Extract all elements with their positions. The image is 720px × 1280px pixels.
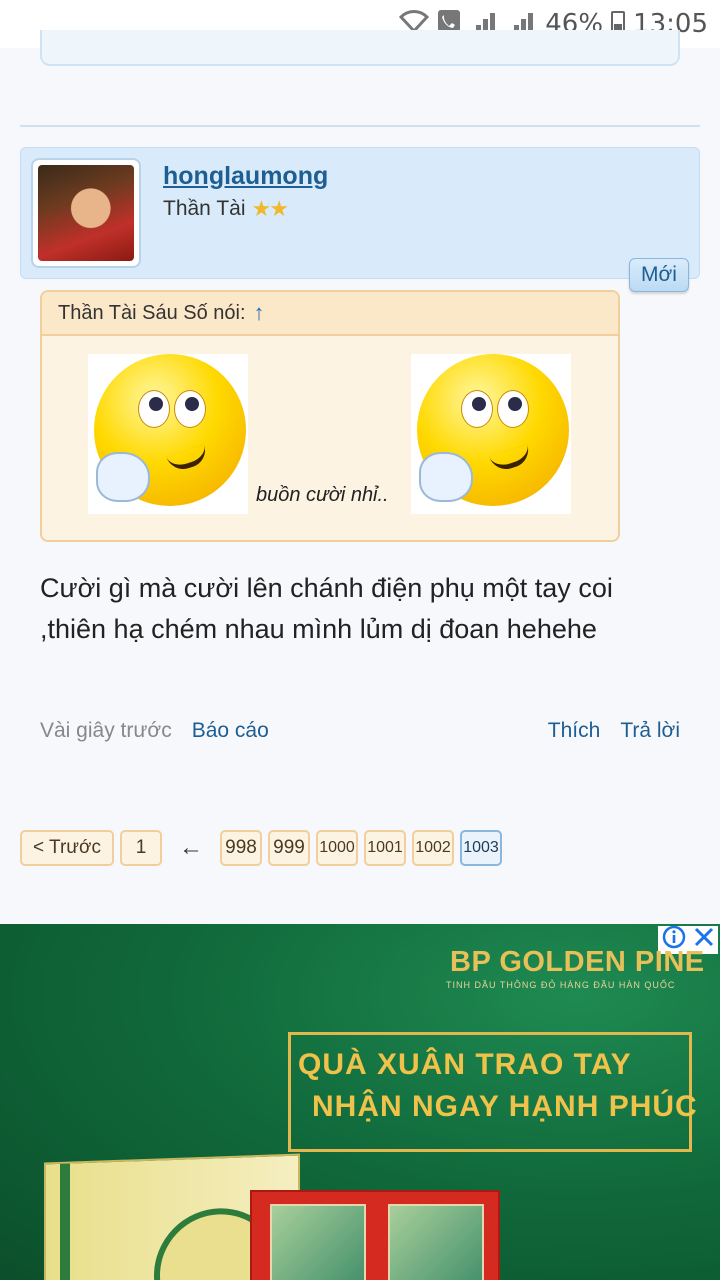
rank-stars-icon: ★★ xyxy=(251,196,289,221)
quote-jump-arrow-icon[interactable]: ↑ xyxy=(254,300,265,326)
page-link[interactable]: 1000 xyxy=(316,830,358,866)
new-badge[interactable]: Mới xyxy=(629,258,689,292)
username-link[interactable]: honglaumong xyxy=(163,162,328,191)
ad-headline-1: QUÀ XUÂN TRAO TAY xyxy=(298,1048,632,1081)
quote-body: buồn cười nhỉ.. xyxy=(42,336,618,540)
ad-headline-2: NHẬN NGAY HẠNH PHÚC xyxy=(312,1090,698,1123)
page-link[interactable]: 1001 xyxy=(364,830,406,866)
avatar[interactable] xyxy=(31,158,141,268)
post-author-box: honglaumong Thần Tài ★★ xyxy=(20,147,700,279)
ad-banner[interactable]: BP GOLDEN PINE TINH DẦU THÔNG ĐỎ HÀNG ĐẦ… xyxy=(0,924,720,1280)
avatar-image xyxy=(38,165,134,261)
page-link[interactable]: 1002 xyxy=(412,830,454,866)
post-time: Vài giây trước xyxy=(40,719,172,742)
prev-page-button[interactable]: < Trước xyxy=(20,830,114,866)
ad-tagline: TINH DẦU THÔNG ĐỎ HÀNG ĐẦU HÀN QUỐC xyxy=(446,980,676,990)
thinking-smiley-icon-2 xyxy=(411,354,571,514)
quote-header: Thần Tài Sáu Số nói: ↑ xyxy=(42,292,618,336)
post-divider xyxy=(20,125,700,127)
page-link[interactable]: 998 xyxy=(220,830,262,866)
report-link[interactable]: Báo cáo xyxy=(192,719,269,743)
rank-label: Thần Tài xyxy=(163,197,246,220)
previous-quote-box xyxy=(40,30,680,66)
page-link[interactable]: 999 xyxy=(268,830,310,866)
page-first[interactable]: 1 xyxy=(120,830,162,866)
post-meta-bar: Vài giây trước Báo cáo Thích Trả lời xyxy=(40,716,680,746)
quote-author: Thần Tài Sáu Số nói: xyxy=(58,301,246,324)
post-content: Cười gì mà cười lên chánh điện phụ một t… xyxy=(40,573,613,644)
thinking-smiley-icon xyxy=(88,354,248,514)
quote-text: buồn cười nhỉ.. xyxy=(256,484,389,506)
quote-box: Thần Tài Sáu Số nói: ↑ buồn cười nhỉ.. xyxy=(40,290,620,542)
like-link[interactable]: Thích xyxy=(548,719,601,743)
pagination-gap-arrow-icon[interactable]: ← xyxy=(168,834,214,862)
ad-product-gift-box xyxy=(250,1190,500,1280)
user-rank: Thần Tài ★★ xyxy=(163,196,289,222)
ad-brand: BP GOLDEN PINE xyxy=(450,946,705,978)
page-current[interactable]: 1003 xyxy=(460,830,502,866)
pagination: < Trước 1 ← 998 999 1000 1001 1002 1003 xyxy=(20,830,502,866)
reply-link[interactable]: Trả lời xyxy=(620,719,680,743)
